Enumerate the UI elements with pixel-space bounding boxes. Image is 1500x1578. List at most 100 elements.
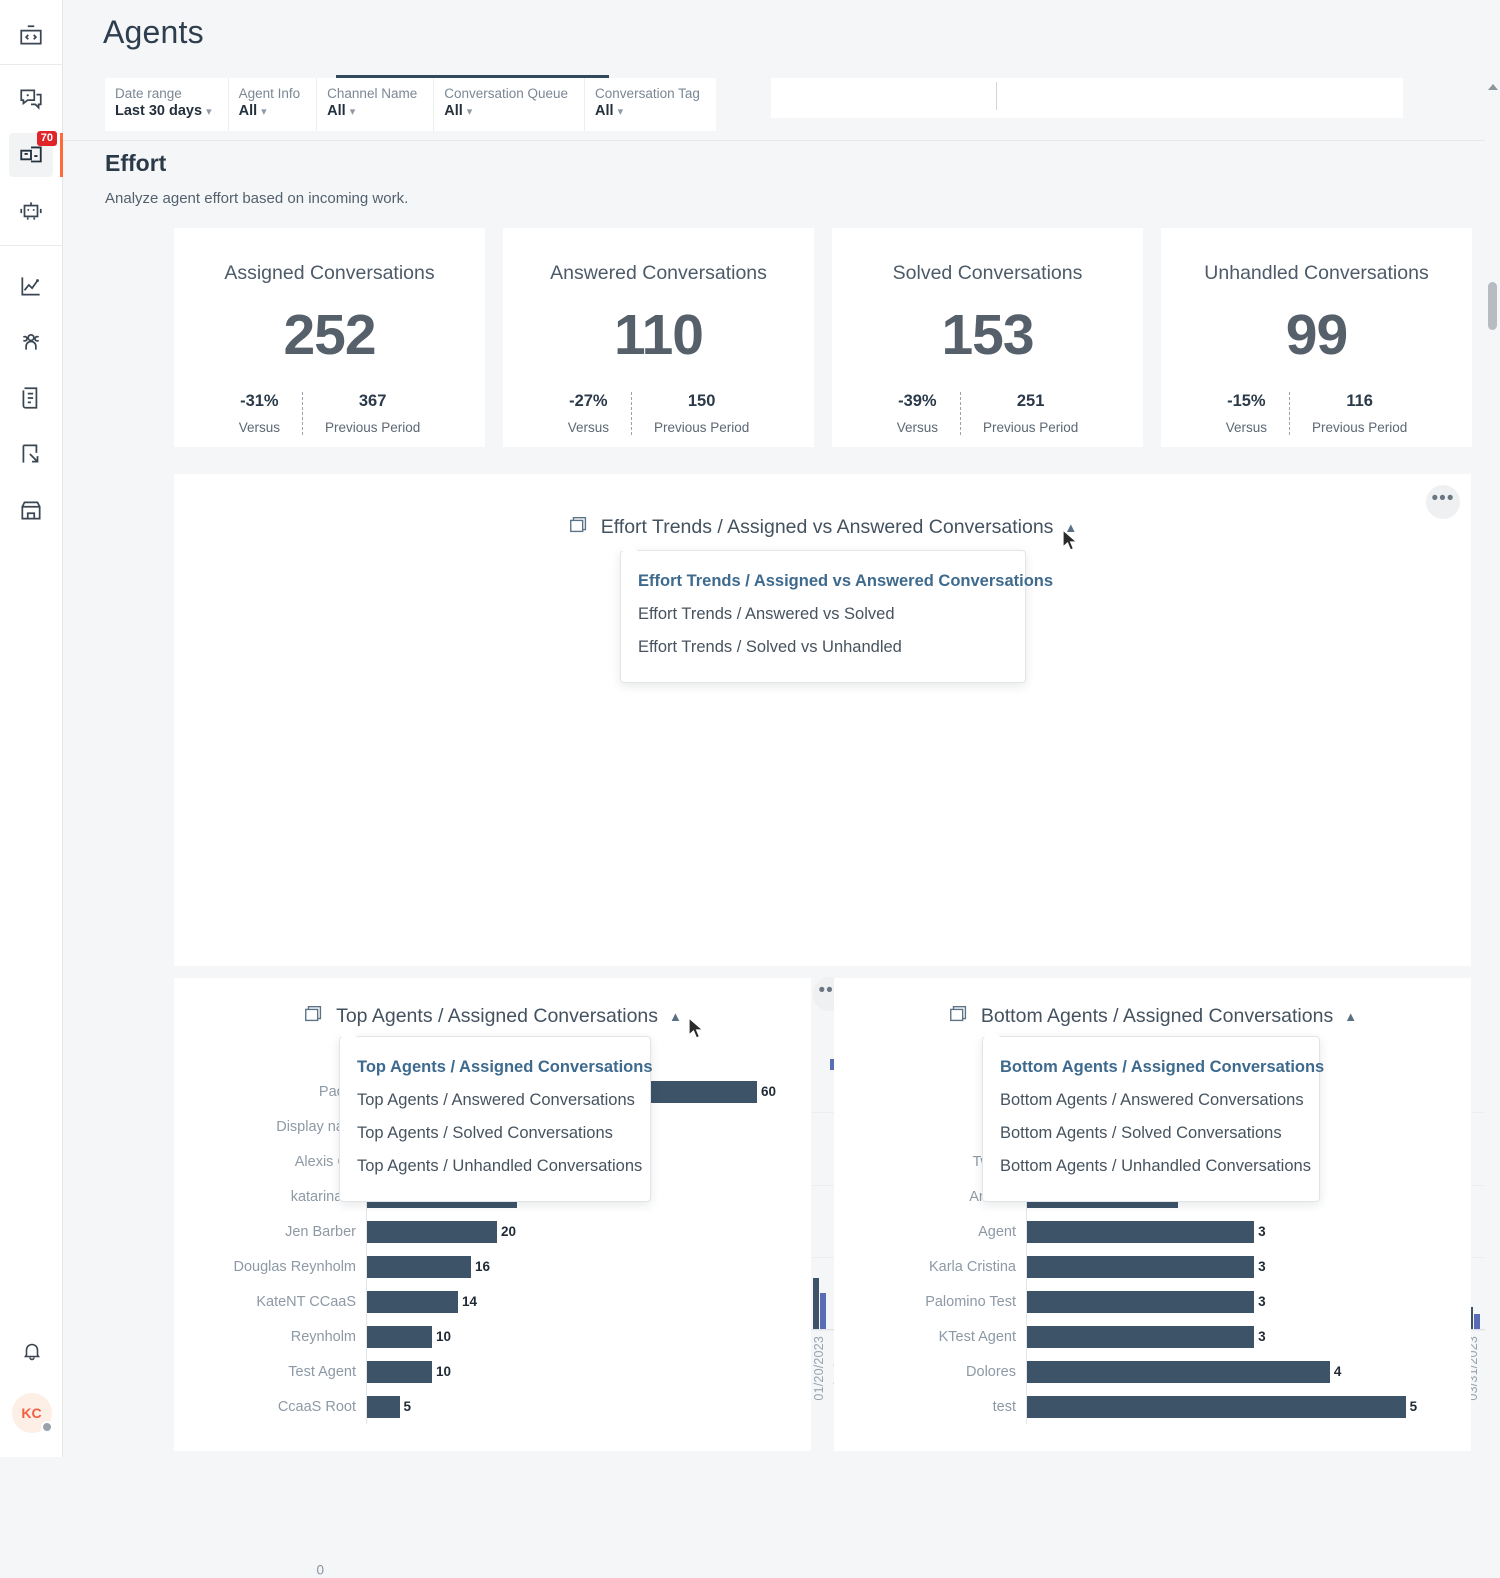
sidebar-item-bots[interactable] bbox=[9, 189, 53, 233]
filter-conversation-tag[interactable]: Conversation Tag All▾ bbox=[585, 78, 716, 131]
agent-bar-value: 10 bbox=[436, 1364, 451, 1379]
bar-answered[interactable] bbox=[1474, 1314, 1480, 1329]
bottom-dropdown-item-2[interactable]: Bottom Agents / Solved Conversations bbox=[983, 1117, 1319, 1150]
top-dropdown-item-3[interactable]: Top Agents / Unhandled Conversations bbox=[340, 1150, 650, 1183]
agent-name-label: Paola bbox=[178, 1084, 366, 1100]
agent-name-label: Karla Cristina bbox=[838, 1259, 1026, 1275]
section-subtitle: Analyze agent effort based on incoming w… bbox=[105, 190, 408, 207]
trend-dropdown-item-2[interactable]: Effort Trends / Solved vs Unhandled bbox=[621, 631, 1025, 664]
agent-bar-row[interactable]: Douglas Reynholm16 bbox=[178, 1249, 787, 1284]
agent-bar-row[interactable]: Jen Barber20 bbox=[178, 1214, 787, 1249]
page-title: Agents bbox=[63, 0, 1500, 51]
sidebar-item-code-box[interactable] bbox=[9, 14, 53, 58]
top-dropdown-item-1[interactable]: Top Agents / Answered Conversations bbox=[340, 1084, 650, 1117]
agent-bar-row[interactable]: Reynholm10 bbox=[178, 1319, 787, 1354]
filter-agent-info-value[interactable]: All▾ bbox=[239, 102, 301, 122]
agent-bar[interactable] bbox=[1027, 1256, 1254, 1278]
agent-bar[interactable] bbox=[1027, 1361, 1330, 1383]
agent-bar-value: 10 bbox=[436, 1329, 451, 1344]
chevron-up-icon[interactable]: ▲ bbox=[669, 1009, 682, 1024]
avatar-initials: KC bbox=[21, 1405, 41, 1421]
bar-assigned[interactable] bbox=[813, 1278, 819, 1329]
agent-bar[interactable] bbox=[367, 1396, 400, 1418]
agent-bar[interactable] bbox=[1027, 1221, 1254, 1243]
top-dropdown-item-2[interactable]: Top Agents / Solved Conversations bbox=[340, 1117, 650, 1150]
sidebar-item-team[interactable] bbox=[9, 320, 53, 364]
kpi-previous-col: 150 Previous Period bbox=[632, 392, 771, 435]
kpi-previous-value: 251 bbox=[1017, 392, 1045, 411]
agent-bar-row[interactable]: KateNT CCaaS14 bbox=[178, 1284, 787, 1319]
kpi-footer: -31% Versus 367 Previous Period bbox=[217, 392, 443, 435]
bar-answered[interactable] bbox=[820, 1293, 826, 1329]
bar-group[interactable] bbox=[810, 1090, 830, 1329]
bottom-panel-title-row: Bottom Agents / Assigned Conversations ▲ bbox=[834, 1003, 1471, 1030]
agent-bar[interactable] bbox=[1027, 1291, 1254, 1313]
agent-bar-row[interactable]: Palomino Test3 bbox=[838, 1284, 1447, 1319]
filter-channel-name-value[interactable]: All▾ bbox=[327, 102, 417, 122]
trend-dropdown-item-0[interactable]: Effort Trends / Assigned vs Answered Con… bbox=[621, 565, 1025, 598]
agent-bar-value: 3 bbox=[1258, 1329, 1266, 1344]
chevron-down-icon: ▾ bbox=[206, 106, 212, 118]
agent-bar[interactable] bbox=[1027, 1326, 1254, 1348]
agent-bar[interactable] bbox=[367, 1256, 471, 1278]
notifications-button[interactable] bbox=[10, 1329, 54, 1373]
filter-extra-divider bbox=[996, 82, 997, 110]
agent-bar[interactable] bbox=[367, 1291, 458, 1313]
bottom-panel-dropdown[interactable]: Bottom Agents / Assigned Conversations B… bbox=[982, 1036, 1320, 1202]
vertical-scrollbar[interactable] bbox=[1485, 82, 1500, 1457]
chevron-up-icon[interactable]: ▲ bbox=[1344, 1009, 1357, 1024]
filter-region: Date range Last 30 days▾ Agent Info All▾… bbox=[63, 62, 1500, 140]
filter-conversation-queue-value[interactable]: All▾ bbox=[444, 102, 568, 122]
sidebar-item-storefront[interactable] bbox=[9, 488, 53, 532]
sidebar-item-inbox[interactable]: 70 bbox=[9, 133, 53, 177]
filter-conversation-queue[interactable]: Conversation Queue All▾ bbox=[434, 78, 585, 131]
agent-bar-value: 3 bbox=[1258, 1259, 1266, 1274]
avatar-status-indicator bbox=[41, 1421, 53, 1433]
trend-panel-dropdown[interactable]: Effort Trends / Assigned vs Answered Con… bbox=[620, 550, 1026, 683]
kpi-delta-col: -31% Versus bbox=[217, 392, 302, 435]
sidebar-item-conversations[interactable] bbox=[9, 77, 53, 121]
agent-bar-row[interactable]: KTest Agent3 bbox=[838, 1319, 1447, 1354]
agent-bar[interactable] bbox=[367, 1326, 432, 1348]
sidebar-item-analytics[interactable] bbox=[9, 264, 53, 308]
filter-date-range-value[interactable]: Last 30 days▾ bbox=[115, 102, 212, 122]
x-tick-label: 01/20/2023 bbox=[812, 1336, 826, 1401]
kpi-delta-col: -15% Versus bbox=[1204, 392, 1289, 435]
filter-date-range[interactable]: Date range Last 30 days▾ bbox=[105, 78, 229, 131]
filter-agent-info[interactable]: Agent Info All▾ bbox=[229, 78, 318, 131]
scroll-up-arrow-icon[interactable] bbox=[1488, 84, 1498, 90]
chevron-up-icon[interactable]: ▲ bbox=[1064, 520, 1077, 535]
agent-bar-value: 14 bbox=[462, 1294, 477, 1309]
agent-bar-value: 3 bbox=[1258, 1224, 1266, 1239]
filter-channel-name[interactable]: Channel Name All▾ bbox=[317, 78, 434, 131]
agent-bar-row[interactable]: CcaaS Root5 bbox=[178, 1389, 787, 1424]
agent-name-label: Display nam bbox=[178, 1119, 366, 1135]
kpi-card-assigned: Assigned Conversations 252 -31% Versus 3… bbox=[174, 228, 485, 447]
agent-bar-row[interactable]: Dolores4 bbox=[838, 1354, 1447, 1389]
bottom-dropdown-item-3[interactable]: Bottom Agents / Unhandled Conversations bbox=[983, 1150, 1319, 1183]
sidebar-item-flow[interactable] bbox=[9, 432, 53, 476]
kpi-footer: -15% Versus 116 Previous Period bbox=[1204, 392, 1430, 435]
bottom-dropdown-item-1[interactable]: Bottom Agents / Answered Conversations bbox=[983, 1084, 1319, 1117]
agent-bar-row[interactable]: Agent3 bbox=[838, 1214, 1447, 1249]
agent-bar-track: 20 bbox=[366, 1214, 787, 1249]
agent-bar-row[interactable]: test5 bbox=[838, 1389, 1447, 1424]
reports-icon bbox=[18, 385, 44, 411]
agent-bar-row[interactable]: Test Agent10 bbox=[178, 1354, 787, 1389]
filter-conversation-tag-value[interactable]: All▾ bbox=[595, 102, 700, 122]
agent-bar[interactable] bbox=[367, 1361, 432, 1383]
trend-dropdown-item-1[interactable]: Effort Trends / Answered vs Solved bbox=[621, 598, 1025, 631]
top-dropdown-item-0[interactable]: Top Agents / Assigned Conversations bbox=[340, 1051, 650, 1084]
avatar[interactable]: KC bbox=[12, 1393, 52, 1433]
agent-bar[interactable] bbox=[1027, 1396, 1406, 1418]
kpi-value: 153 bbox=[941, 307, 1033, 364]
flow-icon bbox=[18, 441, 44, 467]
top-panel-dropdown[interactable]: Top Agents / Assigned Conversations Top … bbox=[339, 1036, 651, 1202]
bottom-dropdown-item-0[interactable]: Bottom Agents / Assigned Conversations bbox=[983, 1051, 1319, 1084]
agent-bar[interactable] bbox=[367, 1221, 497, 1243]
scrollbar-thumb[interactable] bbox=[1488, 282, 1497, 330]
sidebar-item-reports[interactable] bbox=[9, 376, 53, 420]
agent-bar-row[interactable]: Karla Cristina 3 bbox=[838, 1249, 1447, 1284]
rail-group-top bbox=[0, 0, 62, 64]
kpi-row: Assigned Conversations 252 -31% Versus 3… bbox=[174, 228, 1472, 447]
